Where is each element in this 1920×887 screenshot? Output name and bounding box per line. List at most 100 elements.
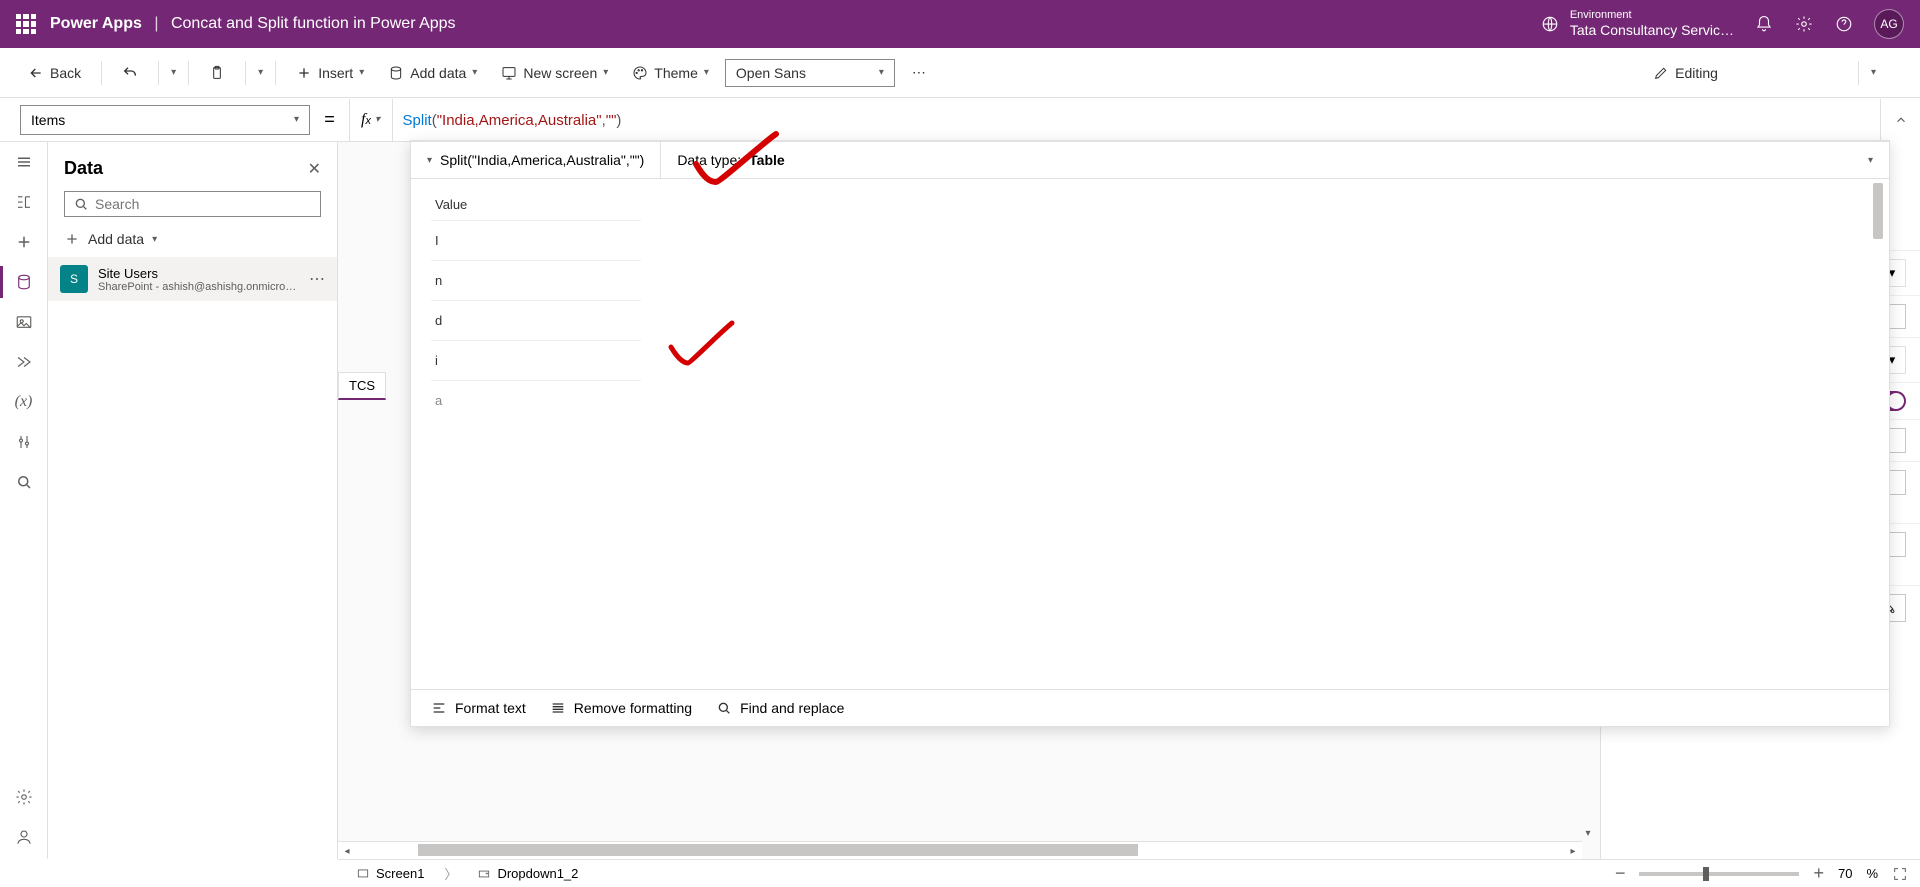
sharepoint-icon: S [60,265,88,293]
new-screen-button[interactable]: New screen ▾ [493,59,616,87]
find-replace-button[interactable]: Find and replace [716,700,844,716]
settings-rail-icon[interactable] [12,785,36,809]
scroll-right-arrow-icon[interactable]: ▸ [1564,842,1582,860]
datasource-subtitle: SharePoint - ashish@ashishg.onmicroso… [98,281,299,293]
paste-button[interactable] [201,59,233,87]
avatar-initials: AG [1880,17,1897,31]
remove-formatting-button[interactable]: Remove formatting [550,700,692,716]
zoom-in-button[interactable]: + [1813,863,1824,884]
zoom-slider[interactable] [1639,872,1799,876]
justify-icon [550,700,566,716]
add-data-pane-button[interactable]: Add data ▾ [48,221,337,257]
result-row: a [431,381,641,420]
app-launcher-icon[interactable] [16,14,36,34]
pencil-icon [1653,65,1669,81]
editing-mode-button[interactable]: Editing [1645,59,1726,87]
scroll-down-arrow-icon[interactable]: ▾ [1580,825,1596,841]
font-selector[interactable]: Open Sans ▾ [725,59,895,87]
share-icon[interactable] [1734,65,1750,81]
globe-icon [1540,14,1560,34]
help-icon[interactable] [1834,14,1854,34]
result-expression: Split("India,America,Australia","") [440,152,644,168]
search-field[interactable] [95,196,312,212]
separator [158,61,159,85]
back-button[interactable]: Back [20,59,89,87]
zoom-value: 70 [1838,866,1852,881]
chevron-down-icon: ▾ [603,67,608,78]
data-search-input[interactable] [64,191,321,217]
fit-to-screen-icon[interactable] [1892,866,1908,882]
tree-view-icon[interactable] [12,190,36,214]
virtual-agent-icon[interactable] [12,825,36,849]
separator [1858,61,1859,85]
chevron-down-icon: ▾ [152,234,157,245]
theme-button[interactable]: Theme ▾ [624,59,717,87]
format-text-button[interactable]: Format text [431,700,526,716]
scroll-left-arrow-icon[interactable]: ◂ [338,842,356,860]
close-icon[interactable]: ✕ [308,159,321,179]
separator [188,61,189,85]
equals-sign: = [324,109,335,130]
status-bar: Screen1 〉 Dropdown1_2 − + 70 % [338,859,1920,887]
more-commands-button[interactable]: ⋯ [903,59,935,87]
insert-button[interactable]: Insert ▾ [288,59,372,87]
chevron-down-icon[interactable]: ▾ [258,67,263,78]
back-arrow-icon [28,65,44,81]
advanced-tools-icon[interactable] [12,430,36,454]
result-dropdown-button[interactable]: ▾ [1852,145,1889,176]
save-icon[interactable] [1830,65,1846,81]
publish-icon[interactable] [1884,65,1900,81]
formula-arg1: "India,America,Australia" [437,112,602,129]
dropdown-value: TCS [349,378,375,393]
breadcrumb-separator: 〉 [444,864,457,883]
add-data-button[interactable]: Add data ▾ [380,59,485,87]
canvas-horizontal-scrollbar[interactable]: ◂ ▸ [338,841,1582,859]
screen-breadcrumb[interactable]: Screen1 [350,864,430,883]
result-row: d [431,301,641,341]
ellipsis-icon[interactable]: ⋯ [309,269,325,289]
palette-icon [632,65,648,81]
search-rail-icon[interactable] [12,470,36,494]
result-column-header: Value [431,189,641,221]
fx-button[interactable]: fx ▾ [349,99,393,141]
variables-icon[interactable]: (x) [12,390,36,414]
chevron-down-icon: ▾ [427,155,432,166]
formula-collapse-button[interactable] [1880,99,1920,141]
hamburger-icon[interactable] [12,150,36,174]
result-scrollbar[interactable] [1869,179,1885,689]
media-icon[interactable] [12,310,36,334]
property-name: Items [31,112,65,128]
dropdown-control[interactable]: TCS [338,372,386,400]
data-icon[interactable] [12,270,36,294]
chevron-down-icon[interactable]: ▾ [1871,67,1876,78]
result-expr-toggle[interactable]: ▾ Split("India,America,Australia","") [411,142,660,178]
environment-label: Environment [1570,9,1734,22]
formula-input[interactable]: Split("India,America,Australia","") [393,111,1880,129]
chevron-down-icon: ▾ [879,67,884,78]
control-breadcrumb[interactable]: Dropdown1_2 [471,864,584,883]
chevron-down-icon: ▾ [375,114,380,125]
user-avatar[interactable]: AG [1874,9,1904,39]
separator [101,61,102,85]
insert-plus-icon[interactable] [12,230,36,254]
document-title: Concat and Split function in Power Apps [171,15,456,32]
database-icon [388,65,404,81]
datasource-item[interactable]: S Site Users SharePoint - ashish@ashishg… [48,257,337,301]
environment-picker[interactable]: Environment Tata Consultancy Servic… [1540,9,1734,39]
settings-icon[interactable] [1794,14,1814,34]
property-selector[interactable]: Items ▾ [20,105,310,135]
power-automate-icon[interactable] [12,350,36,374]
remove-formatting-label: Remove formatting [574,700,692,716]
format-text-label: Format text [455,700,526,716]
clipboard-icon [209,65,225,81]
app-checker-icon[interactable] [1758,65,1774,81]
notifications-icon[interactable] [1754,14,1774,34]
play-icon[interactable] [1806,65,1822,81]
undo-button[interactable] [114,59,146,87]
search-icon [73,196,89,212]
comments-icon[interactable] [1782,65,1798,81]
chevron-down-icon: ▾ [1868,155,1873,166]
add-data-text: Add data [88,231,144,247]
zoom-out-button[interactable]: − [1615,863,1626,884]
chevron-down-icon[interactable]: ▾ [171,67,176,78]
